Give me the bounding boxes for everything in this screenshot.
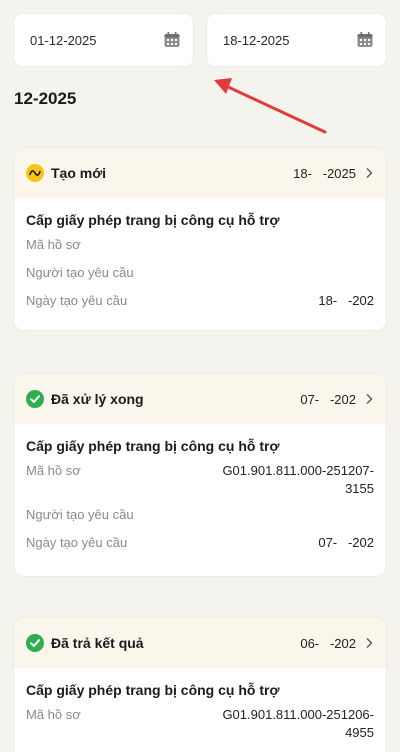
request-card[interactable]: Đã xử lý xong 07- -202 Cấp giấy phép tra… (14, 374, 386, 576)
request-card[interactable]: Đã trả kết quả 06- -202 Cấp giấy phép tr… (14, 618, 386, 752)
card-body: Cấp giấy phép trang bị công cụ hỗ trợ Mã… (14, 198, 386, 310)
field-row: Người tạo yêu cầu (26, 506, 374, 524)
top-strip (0, 0, 400, 14)
chevron-right-icon[interactable] (364, 393, 374, 405)
card-header[interactable]: Đã trả kết quả 06- -202 (14, 618, 386, 668)
chevron-right-icon[interactable] (364, 167, 374, 179)
status-label: Tạo mới (51, 165, 107, 181)
card-header[interactable]: Tạo mới 18- -2025 (14, 148, 386, 198)
month-heading: 12-2025 (14, 89, 77, 108)
field-row: Mã hồ sơ G01.901.811.000-251206-4955 (26, 706, 374, 742)
field-row: Ngày tạo yêu cầu 18- -202 (26, 292, 374, 310)
field-row: Người tạo yêu cầu (26, 264, 374, 282)
status-label: Đã xử lý xong (51, 391, 144, 407)
field-label: Mã hồ sơ (26, 237, 81, 252)
record-code: G01.901.811.000-251207-3155 (222, 463, 374, 496)
field-label: Ngày tạo yêu cầu (26, 293, 128, 308)
date-range-filter: 01-12-2025 18-12-2025 (0, 14, 400, 66)
field-label: Mã hồ sơ (26, 707, 81, 722)
field-label: Người tạo yêu cầu (26, 507, 134, 522)
status-date: 18- -2025 (293, 165, 356, 181)
check-circle-icon (26, 390, 44, 408)
procedure-title: Cấp giấy phép trang bị công cụ hỗ trợ (26, 212, 280, 228)
from-date-value: 01-12-2025 (30, 32, 97, 48)
card-header[interactable]: Đã xử lý xong 07- -202 (14, 374, 386, 424)
field-row: Ngày tạo yêu cầu 07- -202 (26, 534, 374, 552)
to-date-value: 18-12-2025 (223, 32, 290, 48)
field-label: Người tạo yêu cầu (26, 265, 134, 280)
status-date: 07- -202 (300, 391, 356, 407)
status-label: Đã trả kết quả (51, 635, 144, 651)
procedure-title: Cấp giấy phép trang bị công cụ hỗ trợ (26, 438, 280, 454)
procedure-title: Cấp giấy phép trang bị công cụ hỗ trợ (26, 682, 280, 698)
field-row: Mã hồ sơ G01.901.811.000-251207-3155 (26, 462, 374, 498)
chevron-right-icon[interactable] (364, 637, 374, 649)
calendar-icon[interactable] (163, 31, 181, 49)
field-label: Mã hồ sơ (26, 463, 81, 478)
calendar-icon[interactable] (356, 31, 374, 49)
card-body: Cấp giấy phép trang bị công cụ hỗ trợ Mã… (14, 424, 386, 552)
pending-icon (26, 164, 44, 182)
check-circle-icon (26, 634, 44, 652)
status-date: 06- -202 (300, 635, 356, 651)
field-value: 18- -202 (318, 293, 374, 308)
field-label: Ngày tạo yêu cầu (26, 535, 128, 550)
card-body: Cấp giấy phép trang bị công cụ hỗ trợ Mã… (14, 668, 386, 742)
record-code: G01.901.811.000-251206-4955 (222, 707, 374, 740)
request-card[interactable]: Tạo mới 18- -2025 Cấp giấy phép trang bị… (14, 148, 386, 330)
from-date-field[interactable]: 01-12-2025 (14, 14, 193, 66)
to-date-field[interactable]: 18-12-2025 (207, 14, 386, 66)
field-row: Mã hồ sơ (26, 236, 374, 254)
field-value: 07- -202 (318, 535, 374, 550)
